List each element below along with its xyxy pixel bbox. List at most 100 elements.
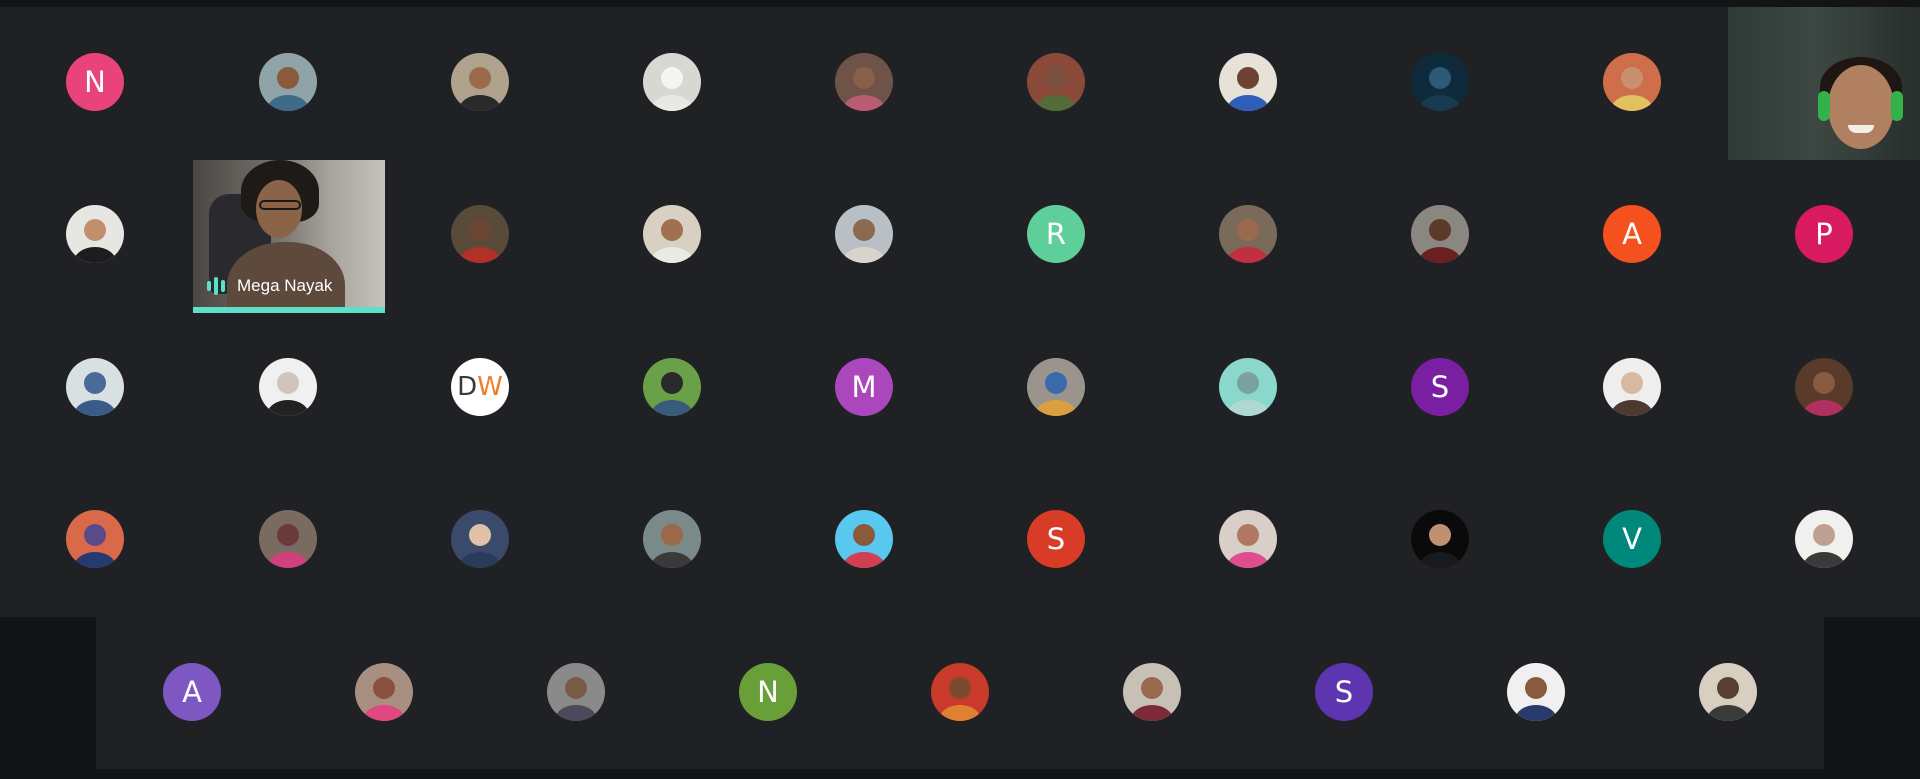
participant-avatar[interactable] <box>835 53 893 111</box>
avatar-photo-body <box>650 399 694 416</box>
participant-avatar[interactable] <box>259 358 317 416</box>
participant-avatar[interactable] <box>1027 53 1085 111</box>
participant-avatar[interactable] <box>1603 53 1661 111</box>
avatar-photo-body <box>938 704 982 721</box>
avatar-photo-head <box>1524 676 1548 699</box>
participant-avatar[interactable] <box>643 510 701 568</box>
participant-avatar[interactable]: A <box>1603 205 1661 263</box>
avatar-photo-head <box>276 371 300 394</box>
avatar-photo-head <box>1428 218 1452 241</box>
avatar-photo-body <box>362 704 406 721</box>
avatar-photo-body <box>1130 704 1174 721</box>
avatar-photo-head <box>660 371 684 394</box>
avatar-photo-head <box>468 523 492 546</box>
speaker-name-row: Mega Nayak <box>207 276 332 296</box>
participant-avatar[interactable]: S <box>1411 358 1469 416</box>
avatar-photo-head <box>852 218 876 241</box>
avatar-initial: N <box>84 65 106 99</box>
avatar-photo-body <box>73 399 117 416</box>
participant-avatar[interactable] <box>1603 358 1661 416</box>
participant-avatar[interactable] <box>931 663 989 721</box>
participant-avatar[interactable] <box>1411 510 1469 568</box>
participant-avatar[interactable] <box>1219 205 1277 263</box>
participant-avatar[interactable] <box>1219 358 1277 416</box>
participant-avatar[interactable] <box>835 205 893 263</box>
avatar-initial: S <box>1430 370 1450 404</box>
participant-avatar[interactable] <box>355 663 413 721</box>
participant-avatar[interactable] <box>547 663 605 721</box>
avatar-photo-body <box>1034 399 1078 416</box>
avatar-photo-body <box>266 551 310 568</box>
avatar-photo-body <box>266 399 310 416</box>
avatar-photo-head <box>83 371 107 394</box>
avatar-photo-body <box>73 551 117 568</box>
avatar-photo-head <box>660 66 684 89</box>
participant-avatar[interactable]: N <box>739 663 797 721</box>
avatar-photo-body <box>650 246 694 263</box>
avatar-photo-head <box>1716 676 1740 699</box>
avatar-photo-body <box>1034 94 1078 111</box>
avatar-photo-head <box>1620 66 1644 89</box>
avatar-photo-head <box>1044 371 1068 394</box>
participant-avatar[interactable] <box>451 53 509 111</box>
avatar-photo-head <box>852 66 876 89</box>
participant-avatar[interactable]: A <box>163 663 221 721</box>
participant-avatar[interactable] <box>1219 53 1277 111</box>
participant-avatar[interactable]: V <box>1603 510 1661 568</box>
participant-avatar[interactable] <box>1795 510 1853 568</box>
avatar-photo-body <box>1514 704 1558 721</box>
participant-avatar[interactable] <box>1411 205 1469 263</box>
avatar-initial: M <box>851 370 877 404</box>
avatar-photo-head <box>1140 676 1164 699</box>
self-smile <box>1848 125 1874 133</box>
avatar-photo-body <box>458 246 502 263</box>
avatar-photo-head <box>83 523 107 546</box>
participant-avatar[interactable] <box>643 358 701 416</box>
avatar-photo-body <box>1226 246 1270 263</box>
avatar-photo-body <box>1226 399 1270 416</box>
participant-avatar[interactable] <box>259 510 317 568</box>
participant-avatar[interactable]: M <box>835 358 893 416</box>
participant-avatar[interactable] <box>1699 663 1757 721</box>
avatar-photo-body <box>1610 399 1654 416</box>
participant-avatar[interactable] <box>1411 53 1469 111</box>
participant-avatar[interactable]: S <box>1027 510 1085 568</box>
participant-avatar[interactable] <box>1507 663 1565 721</box>
participant-avatar[interactable] <box>66 510 124 568</box>
avatar-photo-head <box>83 218 107 241</box>
participant-avatar[interactable] <box>835 510 893 568</box>
participant-avatar[interactable] <box>451 205 509 263</box>
participant-avatar[interactable] <box>66 205 124 263</box>
avatar-photo-body <box>1226 551 1270 568</box>
participant-avatar[interactable] <box>1795 358 1853 416</box>
participant-avatar[interactable] <box>1027 358 1085 416</box>
participant-avatar[interactable] <box>643 205 701 263</box>
participant-avatar[interactable]: P <box>1795 205 1853 263</box>
participant-avatar[interactable] <box>259 53 317 111</box>
participant-avatar[interactable]: N <box>66 53 124 111</box>
avatar-photo-body <box>842 246 886 263</box>
avatar-photo-body <box>1418 551 1462 568</box>
avatar-photo-head <box>1236 523 1260 546</box>
avatar-initial: S <box>1046 522 1066 556</box>
participant-avatar[interactable]: S <box>1315 663 1373 721</box>
avatar-photo-body <box>842 94 886 111</box>
audio-level-icon <box>207 277 225 295</box>
avatar-photo-body <box>1802 399 1846 416</box>
avatar-photo-head <box>1236 371 1260 394</box>
participant-avatar[interactable]: R <box>1027 205 1085 263</box>
participant-avatar[interactable] <box>643 53 701 111</box>
active-speaker-tile[interactable]: Mega Nayak <box>193 160 385 313</box>
avatar-photo-body <box>458 94 502 111</box>
participant-avatar[interactable] <box>1219 510 1277 568</box>
participant-avatar[interactable] <box>451 510 509 568</box>
top-bar <box>0 0 1920 7</box>
avatar-photo-head <box>1428 66 1452 89</box>
avatar-photo-head <box>1620 371 1644 394</box>
participant-avatar[interactable] <box>66 358 124 416</box>
avatar-initial: R <box>1045 217 1067 251</box>
self-face <box>1828 65 1894 149</box>
participant-avatar[interactable]: DW <box>451 358 509 416</box>
participant-avatar[interactable] <box>1123 663 1181 721</box>
self-view-tile[interactable] <box>1728 7 1920 160</box>
